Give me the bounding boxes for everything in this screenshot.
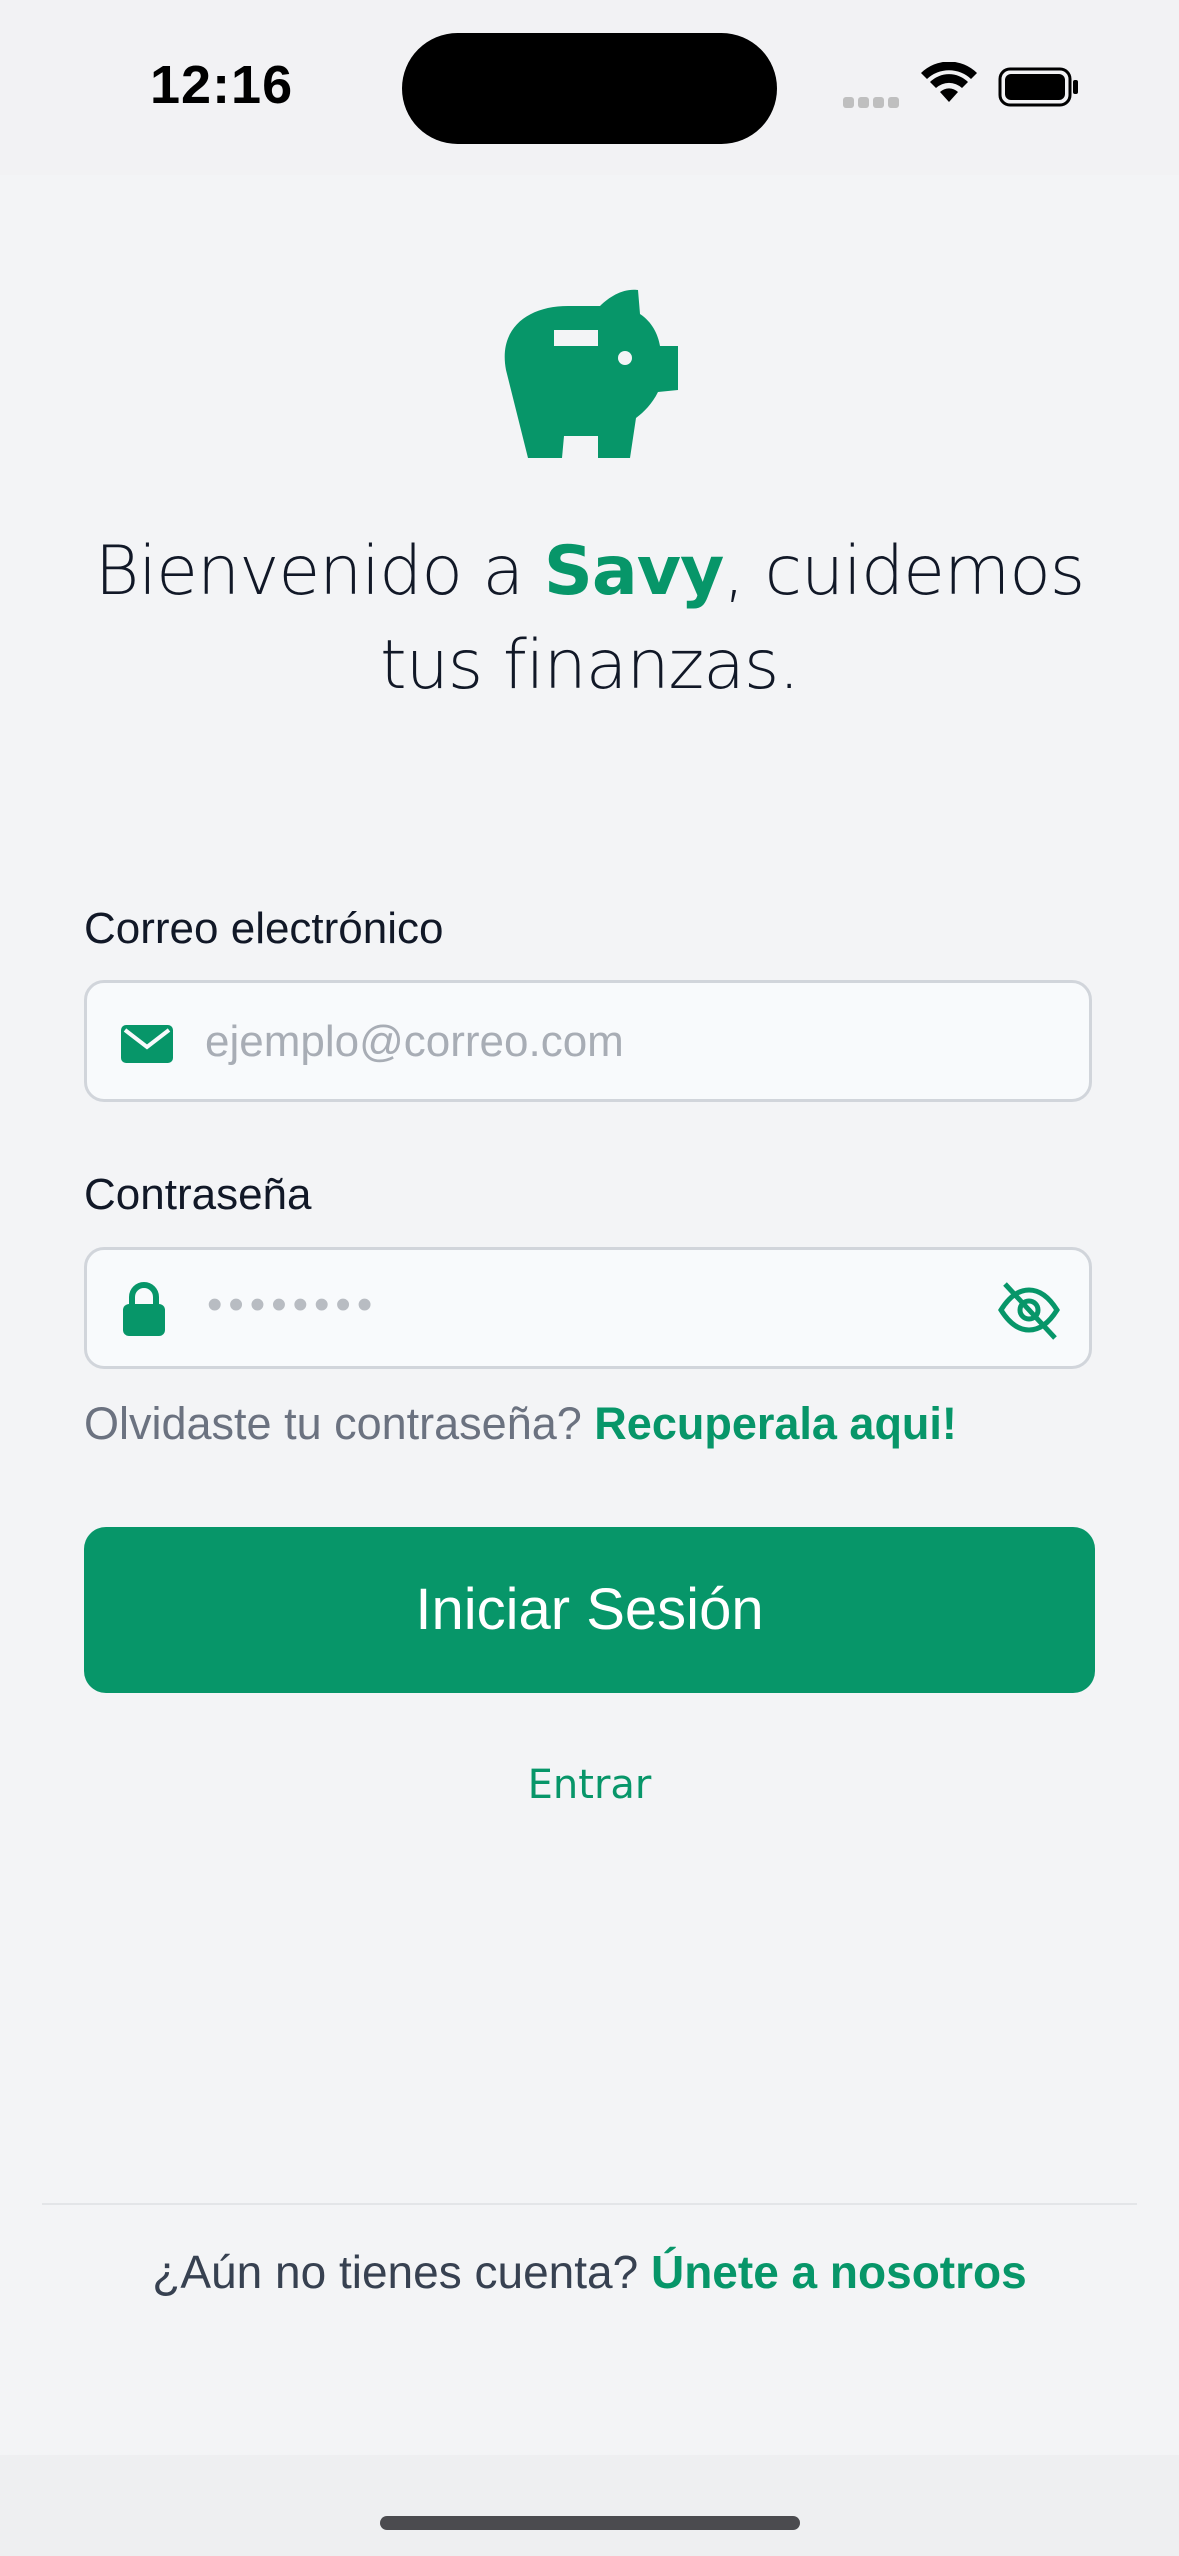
battery-icon	[998, 67, 1078, 107]
mail-icon	[121, 1025, 173, 1063]
brand-name: Savy	[543, 532, 725, 611]
password-field[interactable]: ••••••••	[84, 1247, 1092, 1369]
footer-divider	[42, 2203, 1137, 2205]
headline-prefix: Bienvenido a	[94, 532, 544, 611]
welcome-headline: Bienvenido a Savy, cuidemos tus finanzas…	[60, 525, 1119, 713]
email-label: Correo electrónico	[84, 904, 444, 953]
signup-prompt: ¿Aún no tienes cuenta? Únete a nosotros	[0, 2245, 1179, 2299]
home-bar-area	[0, 2455, 1179, 2556]
forgot-password: Olvidaste tu contraseña? Recuperala aqui…	[84, 1398, 957, 1450]
signup-text: ¿Aún no tienes cuenta?	[152, 2246, 651, 2298]
enter-link[interactable]: Entrar	[0, 1762, 1179, 1808]
cellular-signal-icon	[843, 95, 903, 113]
email-field[interactable]: ejemplo@correo.com	[84, 980, 1092, 1102]
wifi-icon	[921, 62, 977, 102]
password-label: Contraseña	[84, 1170, 312, 1219]
lock-icon	[123, 1282, 165, 1336]
status-bar: 12:16	[0, 0, 1179, 175]
piggy-bank-icon	[504, 289, 678, 458]
email-placeholder: ejemplo@correo.com	[205, 1017, 624, 1066]
recover-password-link[interactable]: Recuperala aqui!	[594, 1398, 957, 1449]
home-indicator[interactable]	[380, 2516, 800, 2530]
eye-off-icon[interactable]	[997, 1278, 1061, 1342]
forgot-text: Olvidaste tu contraseña?	[84, 1398, 595, 1449]
signup-link[interactable]: Únete a nosotros	[651, 2246, 1027, 2298]
status-time: 12:16	[150, 55, 294, 115]
login-button[interactable]: Iniciar Sesión	[84, 1527, 1095, 1693]
dynamic-island	[402, 33, 777, 144]
password-placeholder: ••••••••	[207, 1280, 379, 1329]
